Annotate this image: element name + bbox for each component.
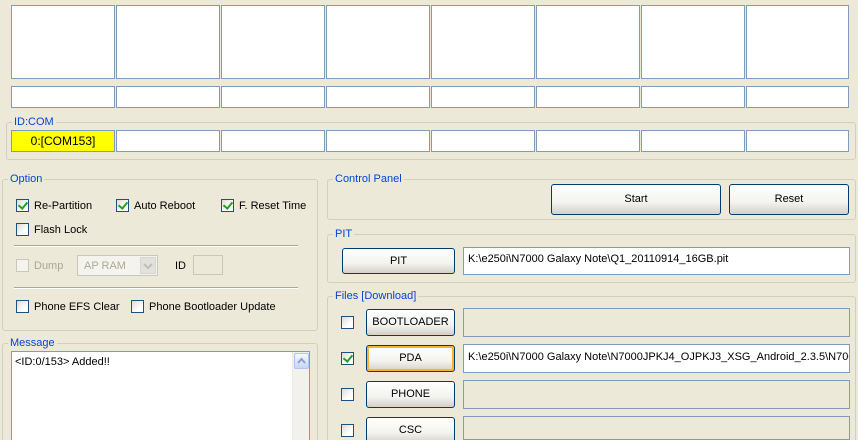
port-status-box [746,86,849,108]
pit-path: K:\e250i\N7000 Galaxy Note\Q1_20110914_1… [463,247,850,275]
pda-path: K:\e250i\N7000 Galaxy Note\N7000JPKJ4_OJ… [463,344,850,373]
phone-checkbox[interactable] [341,388,354,401]
bootloader-checkbox[interactable] [341,316,354,329]
repartition-label: Re-Partition [34,200,93,212]
message-scrollbar[interactable] [292,352,309,440]
flashlock-checkbox[interactable] [16,223,29,236]
phone-button[interactable]: PHONE [366,381,455,408]
port-status-box [116,86,220,108]
repartition-checkbox[interactable] [16,199,29,212]
start-button[interactable]: Start [551,184,721,215]
idcom-label: ID:COM [12,116,56,128]
port-status-box [536,86,640,108]
option-separator-2 [14,287,298,289]
id-input[interactable] [193,255,223,275]
efs-clear-checkbox[interactable] [16,300,29,313]
option-separator-1 [14,245,298,247]
port-progress-box [221,5,325,79]
bootloader-update-label: Phone Bootloader Update [149,301,276,313]
port-progress-box [431,5,535,79]
autoreboot-label: Auto Reboot [134,200,196,212]
idcom-port-box [221,130,325,152]
dump-select-value: AP RAM [84,260,126,272]
control-panel-title: Control Panel [333,173,404,185]
message-title: Message [8,337,57,349]
bootloader-path [463,308,850,337]
id-label: ID [175,260,186,272]
idcom-port-0: 0:[COM153] [11,130,115,152]
pda-checkbox[interactable] [341,352,354,365]
port-progress-box [326,5,430,79]
efs-clear-label: Phone EFS Clear [34,301,120,313]
port-progress-box [11,5,115,79]
pit-button[interactable]: PIT [342,248,455,274]
dump-label: Dump [34,260,64,272]
autoreboot-checkbox[interactable] [116,199,129,212]
idcom-port-box [746,130,849,152]
port-status-box [11,86,115,108]
port-status-box [641,86,745,108]
option-title: Option [8,173,45,185]
idcom-port-box [641,130,745,152]
csc-checkbox[interactable] [341,424,354,437]
message-log-text: <ID:0/153> Added!! [15,356,110,368]
bootloader-update-checkbox[interactable] [131,300,144,313]
bootloader-button[interactable]: BOOTLOADER [366,309,455,336]
message-log[interactable]: <ID:0/153> Added!! [11,351,310,440]
flashlock-label: Flash Lock [34,224,88,236]
idcom-port-box [431,130,535,152]
csc-path [463,416,850,440]
port-progress-box [641,5,745,79]
reset-button[interactable]: Reset [729,184,849,215]
freset-time-checkbox[interactable] [221,199,234,212]
port-status-box [431,86,535,108]
pit-title: PIT [333,228,355,240]
idcom-port-box [326,130,430,152]
idcom-port-box [536,130,640,152]
port-progress-box [746,5,849,79]
idcom-port-box [116,130,220,152]
csc-button[interactable]: CSC [366,417,455,440]
scroll-up-icon[interactable] [294,353,309,369]
chevron-down-icon[interactable] [140,257,156,274]
dump-checkbox[interactable] [16,259,29,272]
freset-time-label: F. Reset Time [239,200,307,212]
port-progress-box [116,5,220,79]
dump-select[interactable]: AP RAM [77,255,158,276]
files-title: Files [Download] [333,290,419,302]
phone-path [463,380,850,409]
pda-button[interactable]: PDA [366,345,455,372]
port-status-box [221,86,325,108]
port-progress-box [536,5,640,79]
port-status-box [326,86,430,108]
